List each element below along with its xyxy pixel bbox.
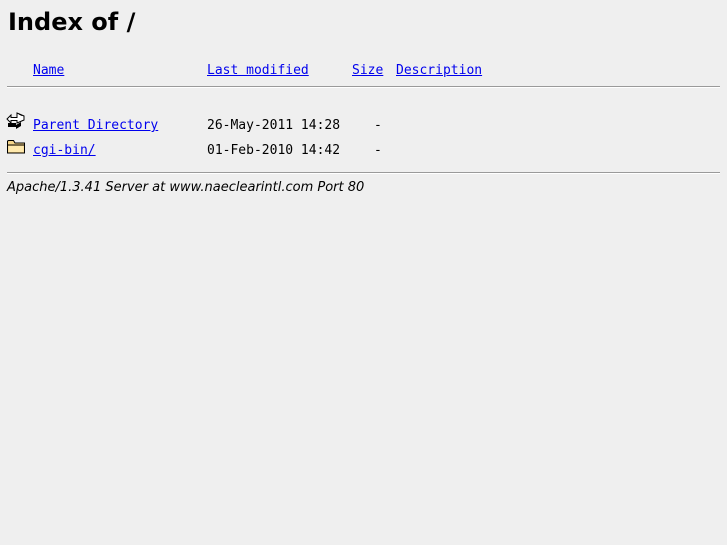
- cgi-bin-link[interactable]: cgi-bin/: [33, 143, 96, 159]
- column-header-size[interactable]: Size: [352, 63, 383, 79]
- column-header-name[interactable]: Name: [33, 63, 64, 79]
- last-modified-value: 01-Feb-2010 14:42: [207, 143, 341, 158]
- folder-icon: [6, 136, 26, 156]
- back-arrow-icon: [6, 111, 26, 131]
- size-value: -: [374, 143, 382, 158]
- header-divider: [7, 86, 720, 88]
- table-row: Parent Directory 26-May-2011 14:28 -: [0, 111, 727, 134]
- page-title: Index of /: [8, 8, 136, 36]
- table-row: cgi-bin/ 01-Feb-2010 14:42 -: [0, 136, 727, 159]
- footer-divider: [7, 172, 720, 174]
- last-modified-value: 26-May-2011 14:28: [207, 118, 341, 133]
- parent-directory-link[interactable]: Parent Directory: [33, 118, 158, 134]
- server-signature: Apache/1.3.41 Server at www.naeclearintl…: [7, 180, 365, 195]
- column-header-last-modified[interactable]: Last modified: [207, 63, 309, 79]
- column-header-description[interactable]: Description: [396, 63, 482, 79]
- size-value: -: [374, 118, 382, 133]
